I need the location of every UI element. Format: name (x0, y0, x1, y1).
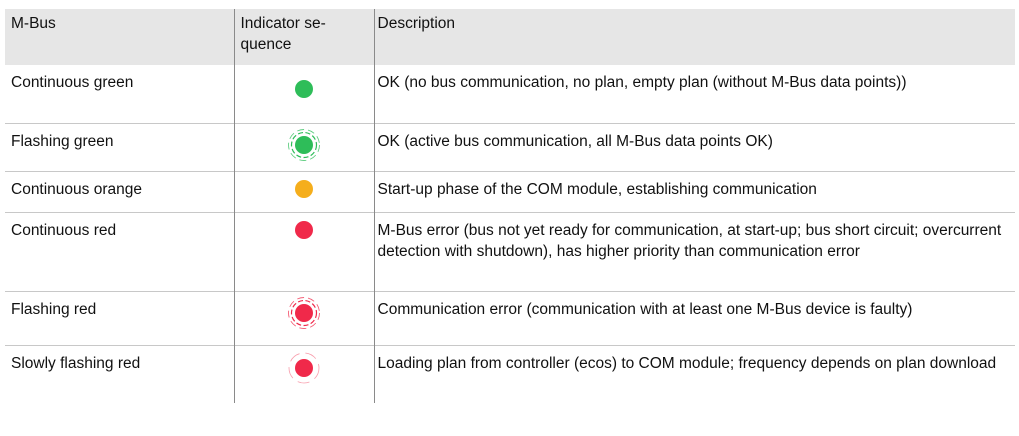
red-flashing-dot-icon (287, 296, 321, 330)
description: M-Bus error (bus not yet ready for commu… (377, 221, 1002, 260)
table-row: Continuous orange Start-up phase of the … (5, 171, 1015, 212)
description: OK (active bus communication, all M-Bus … (377, 132, 773, 150)
table-header-row: M-Bus Indicator se- quence Description (5, 9, 1015, 65)
description: Start-up phase of the COM module, establ… (377, 180, 817, 198)
table-row: Continuous green OK (no bus communicatio… (5, 65, 1015, 123)
mbus-state: Flashing green (11, 132, 114, 150)
indicator-cell (233, 123, 375, 171)
header-mbus: M-Bus (11, 15, 56, 32)
red-slow-flashing-dot-icon (287, 351, 321, 385)
description: OK (no bus communication, no plan, empty… (377, 74, 907, 91)
mbus-state: Continuous green (11, 74, 134, 91)
description: Communication error (communication with … (377, 300, 913, 318)
orange-dot-icon (287, 172, 321, 206)
indicator-cell (233, 171, 375, 212)
led-status-table: M-Bus Indicator se- quence Description C… (5, 9, 1015, 403)
green-dot-icon (287, 72, 321, 106)
indicator-cell (233, 345, 375, 403)
mbus-state: Flashing red (11, 300, 97, 318)
mbus-state: Slowly flashing red (11, 354, 141, 372)
table-row: Slowly flashing red Loading plan from co… (5, 345, 1015, 403)
description: Loading plan from controller (ecos) to C… (377, 354, 997, 372)
header-indicator-sequence: Indicator se- quence (233, 9, 375, 65)
indicator-cell (233, 65, 375, 123)
table-row: Continuous red M-Bus error (bus not yet … (5, 212, 1015, 291)
red-dot-icon (287, 213, 321, 247)
mbus-state: Continuous red (11, 221, 117, 239)
mbus-state: Continuous orange (11, 180, 142, 198)
green-flashing-dot-icon (287, 128, 321, 162)
table-row: Flashing green OK (active bus communicat… (5, 123, 1015, 171)
header-description: Description (377, 15, 456, 32)
indicator-cell (233, 212, 375, 291)
indicator-cell (233, 291, 375, 345)
table-row: Flashing red Communication error (commun… (5, 291, 1015, 345)
